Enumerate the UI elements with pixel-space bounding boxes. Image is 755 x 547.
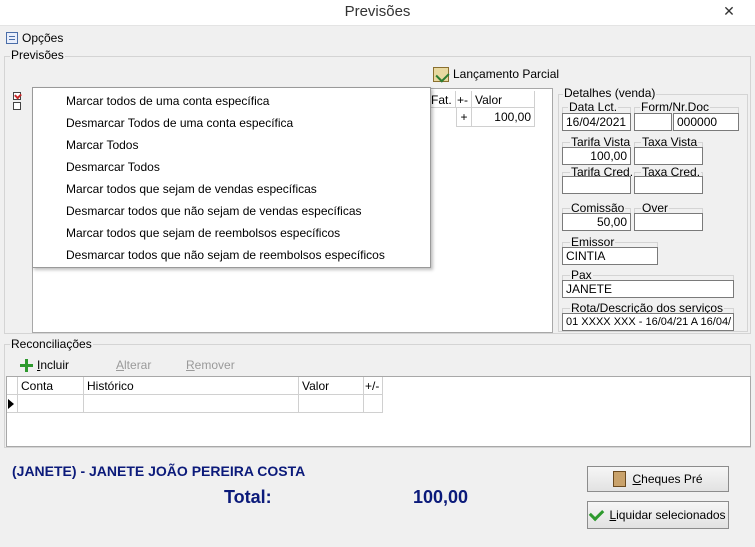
data-lct-field[interactable]: 16/04/2021	[562, 113, 631, 131]
menu-list-icon	[6, 32, 18, 44]
row-valor[interactable]	[299, 395, 364, 413]
cliente-nome: (JANETE) - JANETE JOÃO PEREIRA COSTA	[12, 463, 306, 479]
detalhes-label: Detalhes (venda)	[563, 86, 657, 100]
menu-item-marcar-reembolsos[interactable]: Marcar todos que sejam de reembolsos esp…	[33, 222, 430, 244]
menu-item-desmarcar-reembolsos[interactable]: Desmarcar todos que não sejam de reembol…	[33, 244, 430, 266]
nr-doc-field[interactable]: 000000	[673, 113, 739, 131]
rota-field[interactable]: 01 XXXX XXX - 16/04/21 A 16/04/	[562, 313, 734, 331]
menu-item-marcar-conta[interactable]: Marcar todos de uma conta específica	[33, 90, 430, 112]
table-row[interactable]: + 100,00	[456, 108, 535, 127]
previsoes-grid-header: Fat. +- Valor	[428, 91, 535, 108]
menu-item-desmarcar-todos[interactable]: Desmarcar Todos	[33, 156, 430, 178]
row-conta[interactable]	[18, 395, 84, 413]
row-sinal[interactable]	[364, 395, 383, 413]
liquidar-selecionados-button[interactable]: Liquidar selecionados	[587, 501, 729, 529]
column-conta: Conta	[18, 377, 84, 395]
menu-opcoes-label: Opções	[22, 31, 64, 45]
over-field[interactable]	[634, 213, 703, 231]
tarifa-vista-field[interactable]: 100,00	[562, 147, 631, 165]
menu-opcoes[interactable]: Opções	[6, 30, 63, 46]
remover-button[interactable]: Remover	[186, 358, 235, 372]
checkmark-icon	[589, 505, 605, 521]
menu-item-desmarcar-vendas[interactable]: Desmarcar todos que não sejam de vendas …	[33, 200, 430, 222]
comissao-field[interactable]: 50,00	[562, 213, 631, 231]
taxa-vista-field[interactable]	[634, 147, 703, 165]
plus-icon	[20, 358, 33, 372]
lancamento-parcial-button[interactable]: Lançamento Parcial	[433, 65, 559, 83]
cheque-icon	[613, 471, 627, 487]
alterar-button[interactable]: Alterar	[116, 358, 151, 372]
column-sign: +-	[456, 91, 472, 108]
cheques-pre-label: Cheques Pré	[632, 472, 703, 486]
incluir-button[interactable]: Incluir	[20, 357, 69, 373]
menu-item-desmarcar-conta[interactable]: Desmarcar Todos de uma conta específica	[33, 112, 430, 134]
column-fat: Fat.	[428, 91, 456, 108]
window-title: Previsões	[344, 3, 411, 20]
column-sinal: +/-	[364, 377, 383, 395]
previsoes-label: Previsões	[10, 48, 65, 62]
tarifa-cred-field[interactable]	[562, 176, 631, 194]
total-label: Total:	[224, 487, 272, 507]
lancamento-parcial-label: Lançamento Parcial	[453, 67, 560, 81]
check-all-icon[interactable]	[13, 92, 21, 100]
document-check-icon	[433, 66, 449, 82]
incluir-label: Incluir	[37, 358, 70, 372]
cheques-pre-button[interactable]: Cheques Pré	[587, 466, 729, 492]
close-icon[interactable]: ✕	[712, 0, 746, 22]
column-valor: Valor	[299, 377, 364, 395]
form-doc-label: Form/Nr.Doc	[640, 100, 711, 114]
total-value: 100,00	[413, 487, 469, 507]
row-pointer-icon	[7, 395, 18, 413]
row-valor: 100,00	[472, 108, 535, 127]
uncheck-all-icon[interactable]	[13, 102, 21, 110]
taxa-cred-field[interactable]	[634, 176, 703, 194]
menu-item-marcar-todos[interactable]: Marcar Todos	[33, 134, 430, 156]
column-historico: Histórico	[84, 377, 299, 395]
liquidar-selecionados-label: Liquidar selecionados	[609, 508, 726, 522]
data-lct-label: Data Lct.	[568, 100, 619, 114]
form-field[interactable]	[634, 113, 672, 131]
reconciliacoes-grid-header: Conta Histórico Valor +/-	[7, 377, 383, 395]
pax-field[interactable]: JANETE	[562, 280, 734, 298]
row-sign: +	[456, 108, 472, 127]
emissor-field[interactable]: CINTIA	[562, 247, 658, 265]
row-historico[interactable]	[84, 395, 299, 413]
menu-item-marcar-vendas[interactable]: Marcar todos que sejam de vendas específ…	[33, 178, 430, 200]
column-valor: Valor	[472, 91, 535, 108]
reconciliacoes-label: Reconciliações	[10, 337, 93, 351]
table-row[interactable]	[7, 395, 383, 413]
context-menu: Marcar todos de uma conta específica Des…	[32, 87, 431, 268]
column-indicator	[7, 377, 18, 395]
